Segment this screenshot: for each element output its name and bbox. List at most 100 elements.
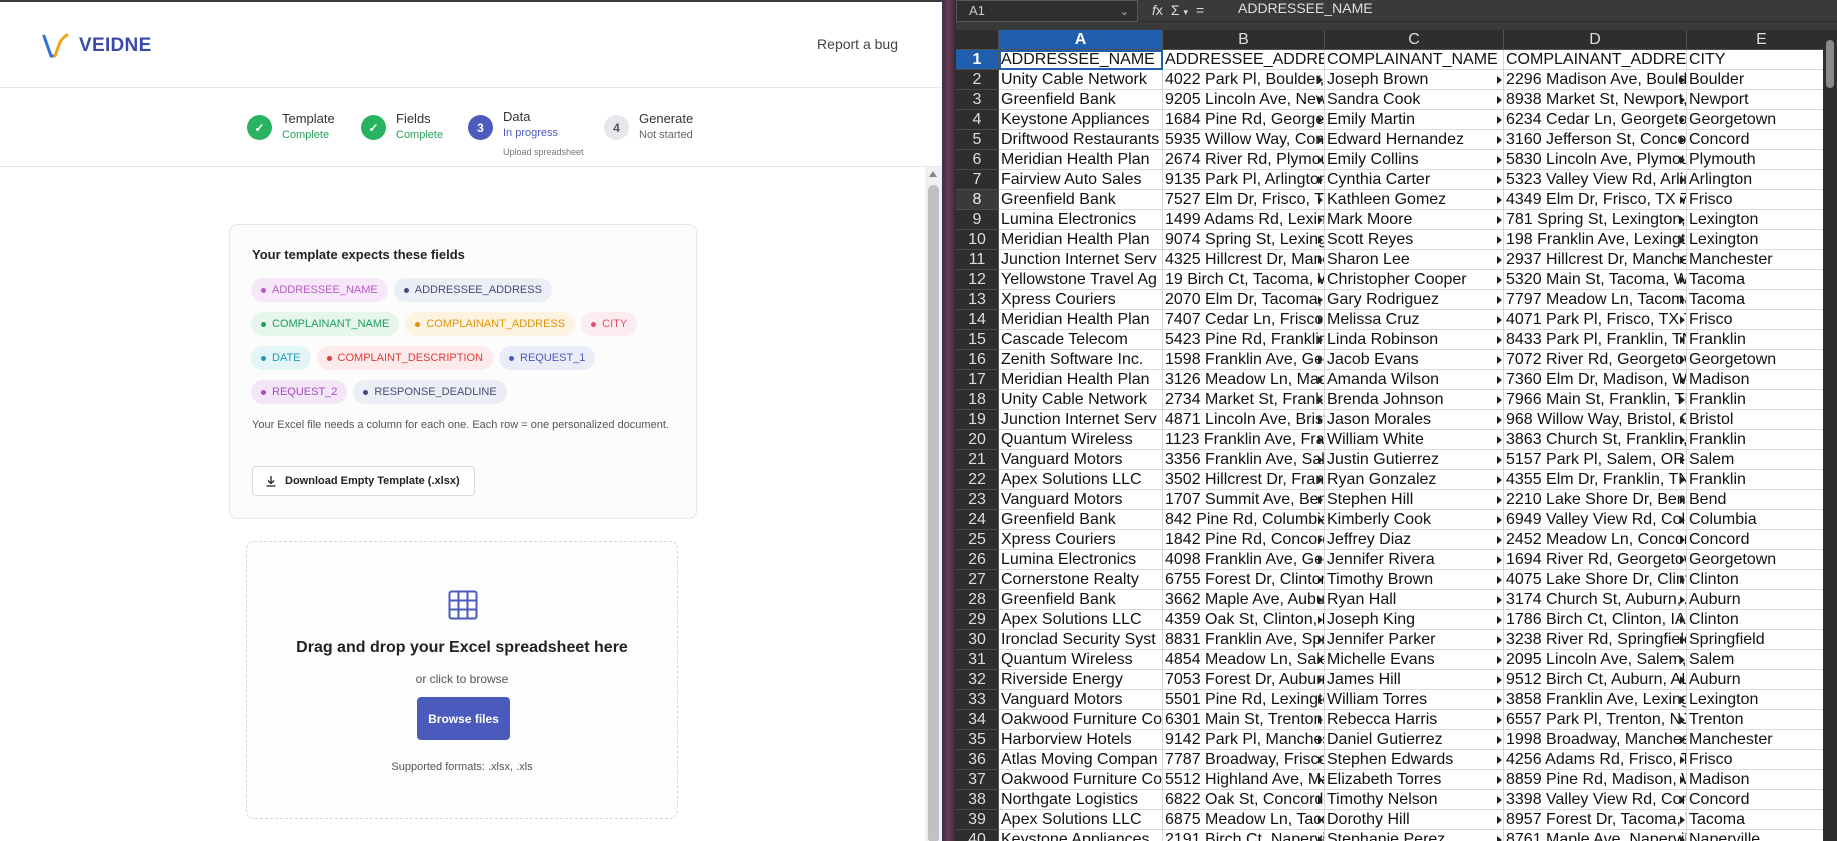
row-header[interactable]: 40 (956, 830, 999, 841)
cell[interactable]: ADDRESSEE_ADDRESS (1163, 50, 1325, 70)
cell[interactable]: Jeffrey Diaz (1325, 530, 1504, 550)
cell[interactable]: Meridian Health Plan (999, 230, 1163, 250)
row-header[interactable]: 9 (956, 210, 999, 230)
cell[interactable]: Auburn (1687, 670, 1837, 690)
cell[interactable]: Christopher Cooper (1325, 270, 1504, 290)
cell[interactable]: 6234 Cedar Ln, Georgetown (1504, 110, 1687, 130)
cell[interactable]: 19 Birch Ct, Tacoma, WA (1163, 270, 1325, 290)
cell[interactable]: Jennifer Rivera (1325, 550, 1504, 570)
row-header[interactable]: 25 (956, 530, 999, 550)
cell[interactable]: 2937 Hillcrest Dr, Manchest (1504, 250, 1687, 270)
cell[interactable]: Columbia (1687, 510, 1837, 530)
cell[interactable]: Stephen Edwards (1325, 750, 1504, 770)
cell[interactable]: 1786 Birch Ct, Clinton, IA 52 (1504, 610, 1687, 630)
cell[interactable]: Fairview Auto Sales (999, 170, 1163, 190)
cell[interactable]: 7797 Meadow Ln, Tacoma, (1504, 290, 1687, 310)
cell[interactable]: 6822 Oak St, Concord, N (1163, 790, 1325, 810)
cell[interactable]: Apex Solutions LLC (999, 610, 1163, 630)
cell[interactable]: Frisco (1687, 310, 1837, 330)
cell[interactable]: 7787 Broadway, Frisco, T (1163, 750, 1325, 770)
cell[interactable]: Sandra Cook (1325, 90, 1504, 110)
cell[interactable]: 8433 Park Pl, Franklin, TN 3 (1504, 330, 1687, 350)
cell[interactable]: Brenda Johnson (1325, 390, 1504, 410)
chevron-down-icon[interactable]: ⌄ (1120, 3, 1129, 22)
cell[interactable]: Madison (1687, 770, 1837, 790)
row-header[interactable]: 2 (956, 70, 999, 90)
cell[interactable]: Plymouth (1687, 150, 1837, 170)
cell[interactable]: 842 Pine Rd, Columbia, M (1163, 510, 1325, 530)
cell[interactable]: 7966 Main St, Franklin, TN (1504, 390, 1687, 410)
cell[interactable]: Greenfield Bank (999, 90, 1163, 110)
cell[interactable]: Driftwood Restaurants (999, 130, 1163, 150)
cell[interactable]: Jennifer Parker (1325, 630, 1504, 650)
cell[interactable]: Franklin (1687, 330, 1837, 350)
cell[interactable]: Newport (1687, 90, 1837, 110)
cell[interactable]: Mark Moore (1325, 210, 1504, 230)
scroll-up-arrow-icon[interactable] (929, 171, 937, 177)
cell[interactable]: 3238 River Rd, Springfield, (1504, 630, 1687, 650)
cell[interactable]: Bristol (1687, 410, 1837, 430)
cell[interactable]: 8831 Franklin Ave, Spring (1163, 630, 1325, 650)
cell[interactable]: CITY (1687, 50, 1837, 70)
column-header-a[interactable]: A (999, 30, 1163, 50)
cell[interactable]: Justin Gutierrez (1325, 450, 1504, 470)
page-scrollbar[interactable] (925, 167, 942, 841)
cell[interactable]: 8938 Market St, Newport, R (1504, 90, 1687, 110)
row-header[interactable]: 30 (956, 630, 999, 650)
cell[interactable]: 5512 Highland Ave, Madi (1163, 770, 1325, 790)
function-wizard-icon[interactable]: fx (1152, 2, 1163, 18)
cell[interactable]: Melissa Cruz (1325, 310, 1504, 330)
cell[interactable]: Meridian Health Plan (999, 310, 1163, 330)
row-header[interactable]: 18 (956, 390, 999, 410)
cell[interactable]: 6301 Main St, Trenton, N (1163, 710, 1325, 730)
cell[interactable]: 3662 Maple Ave, Auburn, (1163, 590, 1325, 610)
row-header[interactable]: 4 (956, 110, 999, 130)
cell[interactable]: Springfield (1687, 630, 1837, 650)
cell[interactable]: Harborview Hotels (999, 730, 1163, 750)
cell[interactable]: Unity Cable Network (999, 390, 1163, 410)
cell[interactable]: Concord (1687, 790, 1837, 810)
row-header[interactable]: 20 (956, 430, 999, 450)
cell[interactable]: Georgetown (1687, 350, 1837, 370)
cell[interactable]: Manchester (1687, 250, 1837, 270)
row-header[interactable]: 6 (956, 150, 999, 170)
cell[interactable]: Stephen Hill (1325, 490, 1504, 510)
cell[interactable]: 7407 Cedar Ln, Frisco, T (1163, 310, 1325, 330)
cell[interactable]: 5501 Pine Rd, Lexington, (1163, 690, 1325, 710)
row-header[interactable]: 14 (956, 310, 999, 330)
cell[interactable]: Amanda Wilson (1325, 370, 1504, 390)
cell[interactable]: 2210 Lake Shore Dr, Bend, (1504, 490, 1687, 510)
row-header[interactable]: 16 (956, 350, 999, 370)
column-header-e[interactable]: E (1687, 30, 1837, 50)
row-header[interactable]: 34 (956, 710, 999, 730)
cell[interactable]: 4071 Park Pl, Frisco, TX 75 (1504, 310, 1687, 330)
cell[interactable]: 3356 Franklin Ave, Salem (1163, 450, 1325, 470)
cell[interactable]: Cynthia Carter (1325, 170, 1504, 190)
cell[interactable]: COMPLAINANT_NAME (1325, 50, 1504, 70)
cell[interactable]: Ryan Hall (1325, 590, 1504, 610)
cell[interactable]: 1842 Pine Rd, Concord, N (1163, 530, 1325, 550)
cell[interactable]: 1123 Franklin Ave, Frank (1163, 430, 1325, 450)
cell[interactable]: Manchester (1687, 730, 1837, 750)
cell[interactable]: Joseph King (1325, 610, 1504, 630)
cell[interactable]: 4871 Lincoln Ave, Bristol, (1163, 410, 1325, 430)
cell[interactable]: 6755 Forest Dr, Clinton, I (1163, 570, 1325, 590)
cell[interactable]: Edward Hernandez (1325, 130, 1504, 150)
cell[interactable]: 2070 Elm Dr, Tacoma, W (1163, 290, 1325, 310)
cell[interactable]: Vanguard Motors (999, 690, 1163, 710)
row-header[interactable]: 10 (956, 230, 999, 250)
cell[interactable]: Trenton (1687, 710, 1837, 730)
cell[interactable]: Concord (1687, 130, 1837, 150)
cell[interactable]: 9142 Park Pl, Mancheste (1163, 730, 1325, 750)
cell[interactable]: Frisco (1687, 750, 1837, 770)
formula-input[interactable]: ADDRESSEE_NAME (1230, 0, 1837, 20)
cell[interactable]: 4256 Adams Rd, Frisco, TX (1504, 750, 1687, 770)
cell[interactable]: Riverside Energy (999, 670, 1163, 690)
download-template-button[interactable]: Download Empty Template (.xlsx) (252, 466, 475, 496)
row-header[interactable]: 12 (956, 270, 999, 290)
cell[interactable]: Lexington (1687, 210, 1837, 230)
cell[interactable]: 3398 Valley View Rd, Conco (1504, 790, 1687, 810)
cell[interactable]: Boulder (1687, 70, 1837, 90)
cell[interactable]: Quantum Wireless (999, 650, 1163, 670)
sum-icon[interactable]: Σ ▾ (1171, 2, 1188, 18)
